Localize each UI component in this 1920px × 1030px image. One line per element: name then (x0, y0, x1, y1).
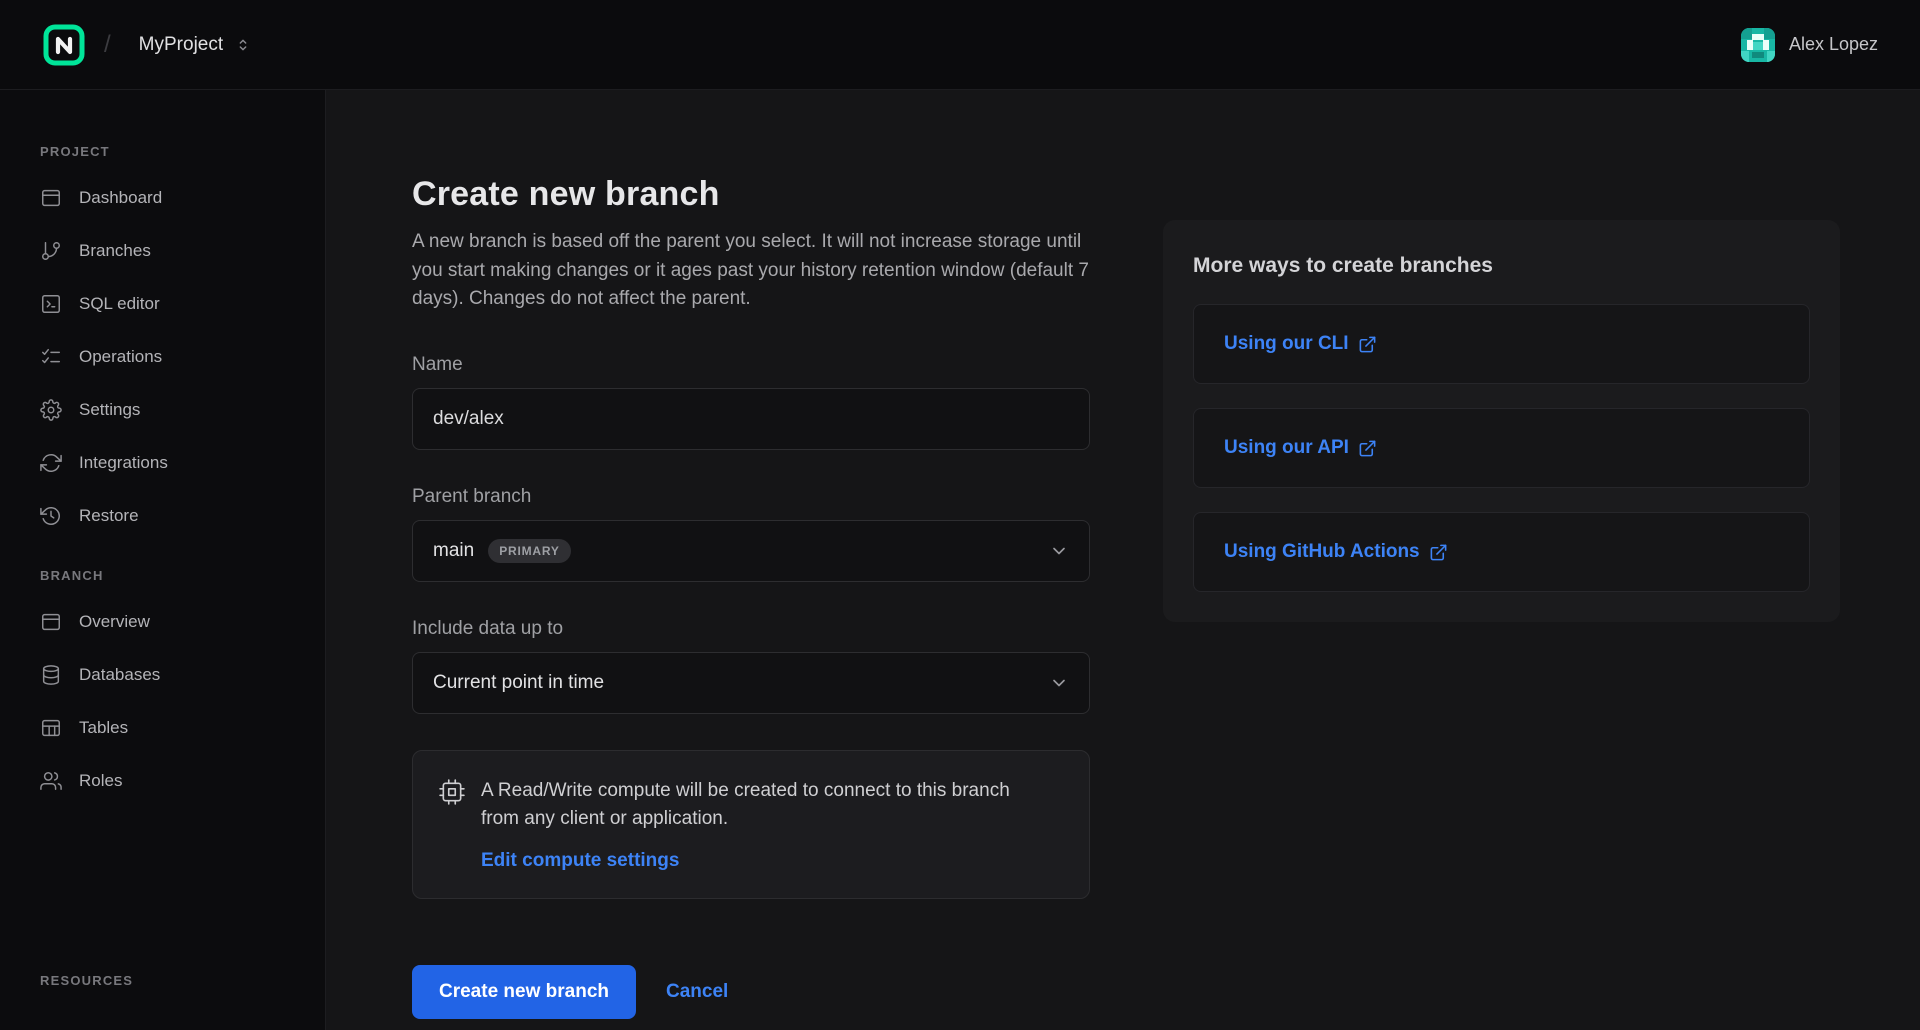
sidebar-item-label: Restore (79, 506, 139, 526)
sidebar-item-label: Operations (79, 347, 162, 367)
sidebar-section-project: PROJECT Dashboard Branches SQL editor (0, 144, 325, 542)
external-link-icon (1358, 335, 1377, 354)
sidebar-section-resources: RESOURCES (0, 973, 325, 1004)
sidebar-item-restore[interactable]: Restore (0, 489, 325, 542)
section-title: RESOURCES (0, 973, 325, 1000)
cancel-button[interactable]: Cancel (666, 981, 728, 1003)
dashboard-icon (40, 187, 62, 209)
include-data-select[interactable]: Current point in time (412, 652, 1090, 714)
api-card: Using our API (1193, 408, 1810, 488)
git-branch-icon (40, 240, 62, 262)
sidebar-item-branches[interactable]: Branches (0, 224, 325, 277)
neon-logo-icon[interactable] (42, 23, 86, 67)
sidebar-item-settings[interactable]: Settings (0, 383, 325, 436)
cpu-icon (439, 779, 465, 805)
using-github-actions-label: Using GitHub Actions (1224, 541, 1420, 563)
sidebar-item-roles[interactable]: Roles (0, 754, 325, 807)
restore-icon (40, 505, 62, 527)
sidebar-item-operations[interactable]: Operations (0, 330, 325, 383)
using-api-link[interactable]: Using our API (1224, 437, 1377, 459)
page-description: A new branch is based off the parent you… (412, 228, 1090, 314)
create-branch-button[interactable]: Create new branch (412, 965, 636, 1019)
operations-icon (40, 346, 62, 368)
branch-name-input[interactable] (412, 388, 1090, 450)
using-github-actions-link[interactable]: Using GitHub Actions (1224, 541, 1448, 563)
topbar: / MyProject Alex Lopez (0, 0, 1920, 90)
sidebar-item-databases[interactable]: Databases (0, 648, 325, 701)
compute-note-text: A Read/Write compute will be created to … (481, 777, 1041, 834)
parent-branch-value: main (433, 540, 474, 562)
users-icon (40, 770, 62, 792)
user-name: Alex Lopez (1789, 34, 1878, 55)
sidebar-item-label: Settings (79, 400, 140, 420)
sidebar-item-label: Overview (79, 612, 150, 632)
using-cli-label: Using our CLI (1224, 333, 1349, 355)
name-label: Name (412, 354, 1090, 376)
external-link-icon (1358, 439, 1377, 458)
sidebar-item-label: SQL editor (79, 294, 160, 314)
form-actions: Create new branch Cancel (412, 965, 1090, 1019)
avatar (1741, 28, 1775, 62)
section-title: BRANCH (0, 568, 325, 595)
parent-branch-select[interactable]: main PRIMARY (412, 520, 1090, 582)
overview-icon (40, 611, 62, 633)
project-name: MyProject (139, 34, 223, 56)
project-selector[interactable]: MyProject (129, 26, 261, 64)
database-icon (40, 664, 62, 686)
sidebar-item-label: Integrations (79, 453, 168, 473)
sidebar-item-label: Tables (79, 718, 128, 738)
sidebar-item-label: Dashboard (79, 188, 162, 208)
include-data-label: Include data up to (412, 618, 1090, 640)
using-cli-link[interactable]: Using our CLI (1224, 333, 1377, 355)
user-menu[interactable]: Alex Lopez (1741, 28, 1878, 62)
sidebar-item-sql-editor[interactable]: SQL editor (0, 277, 325, 330)
compute-note: A Read/Write compute will be created to … (412, 750, 1090, 899)
include-data-value: Current point in time (433, 672, 604, 694)
using-api-label: Using our API (1224, 437, 1349, 459)
sidebar-item-overview[interactable]: Overview (0, 595, 325, 648)
sidebar-item-integrations[interactable]: Integrations (0, 436, 325, 489)
sidebar-item-tables[interactable]: Tables (0, 701, 325, 754)
more-ways-panel: More ways to create branches Using our C… (1163, 220, 1840, 1030)
create-branch-form: Create new branch A new branch is based … (412, 175, 1090, 1030)
sidebar-section-branch: BRANCH Overview Databases Tables (0, 568, 325, 807)
table-icon (40, 717, 62, 739)
integrations-icon (40, 452, 62, 474)
main-content: Create new branch A new branch is based … (326, 90, 1920, 1030)
breadcrumb-separator: / (104, 31, 111, 59)
chevron-updown-icon (235, 37, 251, 53)
sidebar-item-label: Branches (79, 241, 151, 261)
primary-badge: PRIMARY (488, 539, 571, 563)
chevron-down-icon (1049, 541, 1069, 561)
more-ways-title: More ways to create branches (1193, 254, 1810, 278)
github-actions-card: Using GitHub Actions (1193, 512, 1810, 592)
gear-icon (40, 399, 62, 421)
page-title: Create new branch (412, 175, 1090, 214)
parent-branch-label: Parent branch (412, 486, 1090, 508)
sidebar-item-dashboard[interactable]: Dashboard (0, 171, 325, 224)
sql-editor-icon (40, 293, 62, 315)
section-title: PROJECT (0, 144, 325, 171)
sidebar-item-label: Roles (79, 771, 122, 791)
external-link-icon (1429, 543, 1448, 562)
cli-card: Using our CLI (1193, 304, 1810, 384)
sidebar: PROJECT Dashboard Branches SQL editor (0, 90, 326, 1030)
sidebar-item-label: Databases (79, 665, 160, 685)
chevron-down-icon (1049, 673, 1069, 693)
edit-compute-settings-link[interactable]: Edit compute settings (481, 850, 679, 872)
